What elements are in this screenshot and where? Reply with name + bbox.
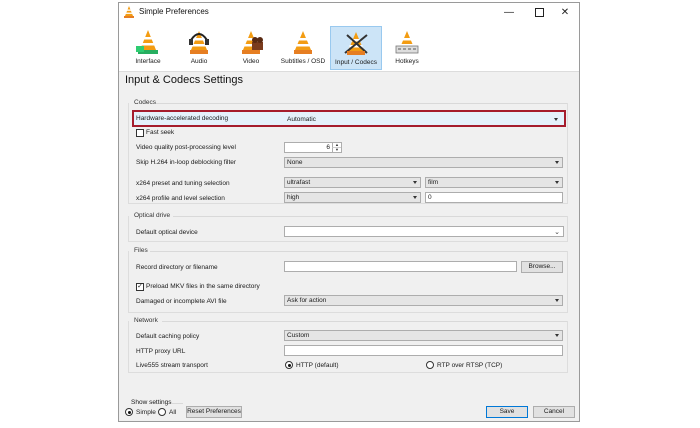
- damaged-avi-label: Damaged or incomplete AVI file: [136, 298, 227, 305]
- tab-subtitles-osd[interactable]: Subtitles / OSD: [279, 26, 327, 70]
- x264-profile-value: high: [287, 194, 300, 201]
- chevron-down-icon: [413, 196, 417, 199]
- live555-http-label: HTTP (default): [296, 362, 339, 369]
- audio-cone-icon: [189, 31, 209, 54]
- proxy-label: HTTP proxy URL: [136, 348, 186, 355]
- x264-tune-select[interactable]: film: [425, 177, 563, 188]
- fast-seek-label: Fast seek: [146, 129, 175, 136]
- vlc-cone-icon: [124, 6, 134, 18]
- cancel-button[interactable]: Cancel: [533, 406, 575, 418]
- show-all-radio[interactable]: [158, 408, 166, 416]
- reset-preferences-button[interactable]: Reset Preferences: [186, 406, 242, 418]
- category-toolbar: Interface Audio Video Subtitles / OSD In…: [119, 21, 579, 72]
- live555-label: Live555 stream transport: [136, 362, 208, 369]
- tab-interface-label: Interface: [135, 58, 161, 65]
- video-quality-spinbox[interactable]: 6 ▲ ▼: [284, 142, 342, 153]
- preload-mkv-label: Preload MKV files in the same directory: [146, 283, 260, 290]
- show-settings-label: Show settings: [131, 399, 172, 406]
- minimize-button[interactable]: —: [495, 3, 523, 21]
- x264-preset-select[interactable]: ultrafast: [284, 177, 421, 188]
- tab-hotkeys-label: Hotkeys: [395, 58, 419, 65]
- browse-button[interactable]: Browse...: [521, 261, 563, 273]
- interface-cone-icon: [136, 30, 158, 54]
- tab-input-codecs-label: Input / Codecs: [335, 59, 377, 66]
- subtitles-cone-icon: [294, 31, 312, 54]
- input-codecs-cone-icon: [344, 32, 368, 55]
- highlight-annotation: [132, 110, 566, 127]
- tab-subtitles-label: Subtitles / OSD: [280, 58, 326, 65]
- x264-profile-label: x264 profile and level selection: [136, 195, 225, 202]
- chevron-down-icon: [555, 299, 559, 302]
- live555-rtp-label: RTP over RTSP (TCP): [437, 362, 503, 369]
- save-button[interactable]: Save: [486, 406, 528, 418]
- chevron-down-icon: [555, 181, 559, 184]
- record-label: Record directory or filename: [136, 264, 218, 271]
- skip-h264-select[interactable]: None: [284, 157, 563, 168]
- video-cone-icon: [242, 31, 263, 54]
- tab-video-label: Video: [242, 58, 260, 65]
- caching-select[interactable]: Custom: [284, 330, 563, 341]
- live555-rtp-radio[interactable]: [426, 361, 434, 369]
- tab-video[interactable]: Video: [231, 26, 271, 70]
- proxy-input[interactable]: [284, 345, 563, 356]
- chevron-down-icon: ⌄: [554, 229, 560, 236]
- preload-mkv-checkbox[interactable]: ✓: [136, 283, 144, 291]
- video-quality-value: 6: [326, 144, 330, 151]
- optical-device-label: Default optical device: [136, 229, 198, 236]
- chevron-down-icon: [555, 161, 559, 164]
- skip-h264-value: None: [287, 159, 303, 166]
- minimize-icon: —: [504, 6, 514, 18]
- tab-input-codecs[interactable]: Input / Codecs: [330, 26, 382, 70]
- maximize-icon: [534, 7, 544, 17]
- optical-device-combo[interactable]: ⌄: [284, 226, 564, 237]
- x264-level-input[interactable]: 0: [425, 192, 563, 203]
- window-title: Simple Preferences: [139, 7, 209, 16]
- chevron-down-icon: [413, 181, 417, 184]
- skip-h264-label: Skip H.264 in-loop deblocking filter: [136, 159, 237, 166]
- close-button[interactable]: ✕: [551, 3, 579, 21]
- x264-level-value: 0: [428, 194, 432, 201]
- tab-hotkeys[interactable]: Hotkeys: [387, 26, 427, 70]
- show-all-label: All: [169, 409, 177, 416]
- show-settings-divider: [171, 403, 183, 404]
- chevron-down-icon: [555, 334, 559, 337]
- spin-down-icon[interactable]: ▼: [332, 147, 341, 152]
- show-simple-radio[interactable]: [125, 408, 133, 416]
- record-path-input[interactable]: [284, 261, 517, 272]
- maximize-button[interactable]: [525, 3, 553, 21]
- show-simple-label: Simple: [136, 409, 156, 416]
- damaged-avi-value: Ask for action: [287, 297, 327, 304]
- tab-audio-label: Audio: [190, 58, 208, 65]
- x264-preset-label: x264 preset and tuning selection: [136, 180, 230, 187]
- tab-interface[interactable]: Interface: [129, 26, 167, 70]
- checkmark-icon: ✓: [137, 283, 143, 290]
- hotkeys-cone-icon: [395, 31, 419, 54]
- x264-preset-value: ultrafast: [287, 179, 311, 186]
- x264-tune-value: film: [428, 179, 439, 186]
- live555-http-radio[interactable]: [285, 361, 293, 369]
- caching-label: Default caching policy: [136, 333, 200, 340]
- close-icon: ✕: [560, 6, 570, 18]
- page-heading: Input & Codecs Settings: [125, 74, 244, 86]
- caching-value: Custom: [287, 332, 310, 339]
- damaged-avi-select[interactable]: Ask for action: [284, 295, 563, 306]
- title-bar: Simple Preferences — ✕: [119, 3, 579, 21]
- video-quality-label: Video quality post-processing level: [136, 144, 236, 151]
- fast-seek-checkbox[interactable]: [136, 129, 144, 137]
- tab-audio[interactable]: Audio: [179, 26, 219, 70]
- x264-profile-select[interactable]: high: [284, 192, 421, 203]
